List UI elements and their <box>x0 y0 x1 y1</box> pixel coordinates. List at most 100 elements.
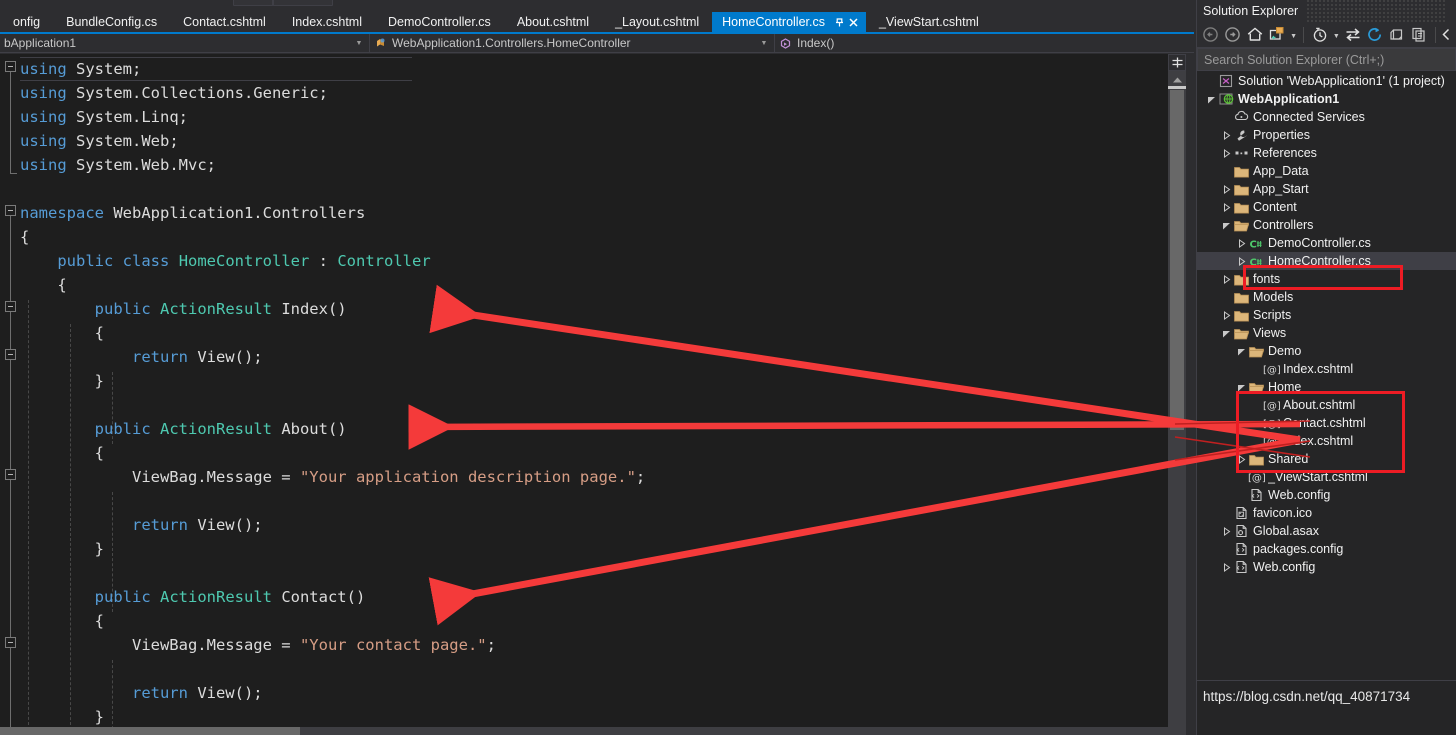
tree-item[interactable]: Properties <box>1197 126 1456 144</box>
code-editor[interactable]: using System; using System.Collections.Ge… <box>0 54 1194 735</box>
horizontal-scrollbar[interactable] <box>0 727 1168 735</box>
toolbar-separator <box>1434 26 1436 43</box>
triangle-right-icon[interactable] <box>1235 238 1248 248</box>
code-token: "Your application description page." <box>299 468 636 486</box>
back-icon[interactable] <box>1200 24 1221 46</box>
editor-tab[interactable]: _ViewStart.cshtml <box>865 12 992 32</box>
tree-item[interactable]: Global.asax <box>1197 522 1456 540</box>
editor-tabstrip[interactable]: onfig BundleConfig.cs Contact.cshtml Index.… <box>0 12 1194 34</box>
triangle-right-icon[interactable] <box>1220 526 1233 536</box>
code-line: namespace WebApplication1.Controllers <box>0 201 1168 225</box>
vertical-scrollbar-thumb[interactable] <box>1170 90 1184 430</box>
refresh-icon[interactable] <box>1364 24 1385 46</box>
tree-item[interactable]: Web.config <box>1197 486 1456 504</box>
code-line: public ActionResult Contact() <box>0 585 1168 609</box>
tree-item-label: packages.config <box>1253 542 1344 556</box>
tree-item[interactable]: References <box>1197 144 1456 162</box>
solution-tree[interactable]: Solution 'WebApplication1' (1 project) We… <box>1197 72 1456 680</box>
sync-icon[interactable] <box>1342 24 1363 46</box>
code-token: ActionResult <box>160 300 272 318</box>
code-line: { <box>0 441 1168 465</box>
code-token: : <box>309 252 338 270</box>
tree-item[interactable]: Controllers <box>1197 216 1456 234</box>
tree-item[interactable]: App_Data <box>1197 162 1456 180</box>
triangle-right-icon[interactable] <box>1220 130 1233 140</box>
tree-item[interactable]: WebApplication1 <box>1197 90 1456 108</box>
code-token: public <box>94 300 151 318</box>
tree-item[interactable]: Scripts <box>1197 306 1456 324</box>
toolbar-remnant <box>0 0 1194 12</box>
tree-item[interactable]: Connected Services <box>1197 108 1456 126</box>
tree-item[interactable]: packages.config <box>1197 540 1456 558</box>
forward-icon[interactable] <box>1222 24 1243 46</box>
scrollbar-top-marker <box>1168 86 1186 89</box>
tree-item[interactable]: C DemoController.cs <box>1197 234 1456 252</box>
code-token: namespace <box>20 204 104 222</box>
editor-tab[interactable]: onfig <box>0 12 54 32</box>
tree-item[interactable]: Content <box>1197 198 1456 216</box>
tree-item-label: Views <box>1253 326 1287 340</box>
tree-item[interactable]: [@] Index.cshtml <box>1197 360 1456 378</box>
triangle-right-icon[interactable] <box>1220 562 1233 572</box>
code-line: public ActionResult About() <box>0 417 1168 441</box>
watermark-url: https://blog.csdn.net/qq_40871734 <box>1203 689 1411 704</box>
triangle-down-icon[interactable] <box>1220 329 1233 338</box>
editor-tab[interactable]: Index.cshtml <box>278 12 375 32</box>
code-token: View(); <box>187 516 263 534</box>
navbar-type-dropdown[interactable]: WebApplication1.Controllers.HomeControll… <box>370 34 775 52</box>
code-token: Contact() <box>271 588 366 606</box>
editor-tab[interactable]: HomeController.cs <box>712 12 866 32</box>
code-token: } <box>20 540 104 558</box>
folder-open-icon <box>1248 345 1265 358</box>
code-line: using System.Linq; <box>0 105 1168 129</box>
triangle-down-icon[interactable] <box>1220 221 1233 230</box>
editor-tab[interactable]: BundleConfig.cs <box>53 12 171 32</box>
triangle-right-icon[interactable] <box>1220 202 1233 212</box>
triangle-right-icon[interactable] <box>1220 184 1233 194</box>
code-token: System.Collections.Generic; <box>66 84 328 102</box>
history-dropdown[interactable]: ▼ <box>1331 24 1341 46</box>
code-text[interactable]: using System; using System.Collections.Ge… <box>0 54 1168 735</box>
chevron-left-icon[interactable] <box>1441 24 1453 46</box>
split-view-button[interactable] <box>1168 54 1186 71</box>
tree-item-label: Controllers <box>1253 218 1314 232</box>
tree-item[interactable]: Solution 'WebApplication1' (1 project) <box>1197 72 1456 90</box>
editor-tab[interactable]: Contact.cshtml <box>170 12 279 32</box>
close-icon[interactable] <box>847 15 860 29</box>
drag-handle[interactable] <box>1306 0 1446 22</box>
triangle-right-icon[interactable] <box>1220 148 1233 158</box>
pending-changes-dropdown[interactable]: ▼ <box>1289 24 1299 46</box>
horizontal-scrollbar-thumb[interactable] <box>0 727 300 735</box>
triangle-down-icon[interactable] <box>1235 347 1248 356</box>
show-all-files-icon[interactable] <box>1409 24 1430 46</box>
home-icon[interactable] <box>1244 24 1265 46</box>
tree-item[interactable]: Web.config <box>1197 558 1456 576</box>
history-icon[interactable] <box>1309 24 1330 46</box>
tree-item[interactable]: Models <box>1197 288 1456 306</box>
triangle-right-icon[interactable] <box>1220 310 1233 320</box>
pending-changes-icon[interactable] <box>1267 24 1288 46</box>
editor-tab[interactable]: _Layout.cshtml <box>602 12 713 32</box>
navbar-project-dropdown[interactable]: bApplication1 ▼ <box>0 34 370 52</box>
tree-item[interactable]: App_Start <box>1197 180 1456 198</box>
tree-item[interactable]: Views <box>1197 324 1456 342</box>
collapse-all-icon[interactable] <box>1386 24 1407 46</box>
code-line: using System.Web.Mvc; <box>0 153 1168 177</box>
triangle-right-icon[interactable] <box>1220 274 1233 284</box>
code-token: public <box>94 588 151 606</box>
tree-item[interactable]: Demo <box>1197 342 1456 360</box>
editor-tab[interactable]: About.cshtml <box>503 12 603 32</box>
navbar-member-dropdown[interactable]: Index() <box>775 34 1194 52</box>
search-input[interactable]: Search Solution Explorer (Ctrl+;) <box>1197 48 1456 71</box>
code-line: using System.Web; <box>0 129 1168 153</box>
pin-icon[interactable] <box>833 15 846 29</box>
tree-item[interactable]: favicon.ico <box>1197 504 1456 522</box>
editor-tab-label: _ViewStart.cshtml <box>878 14 979 29</box>
triangle-down-icon[interactable] <box>1205 95 1218 104</box>
editor-tab[interactable]: DemoController.cs <box>374 12 504 32</box>
code-token: HomeController <box>178 252 310 270</box>
